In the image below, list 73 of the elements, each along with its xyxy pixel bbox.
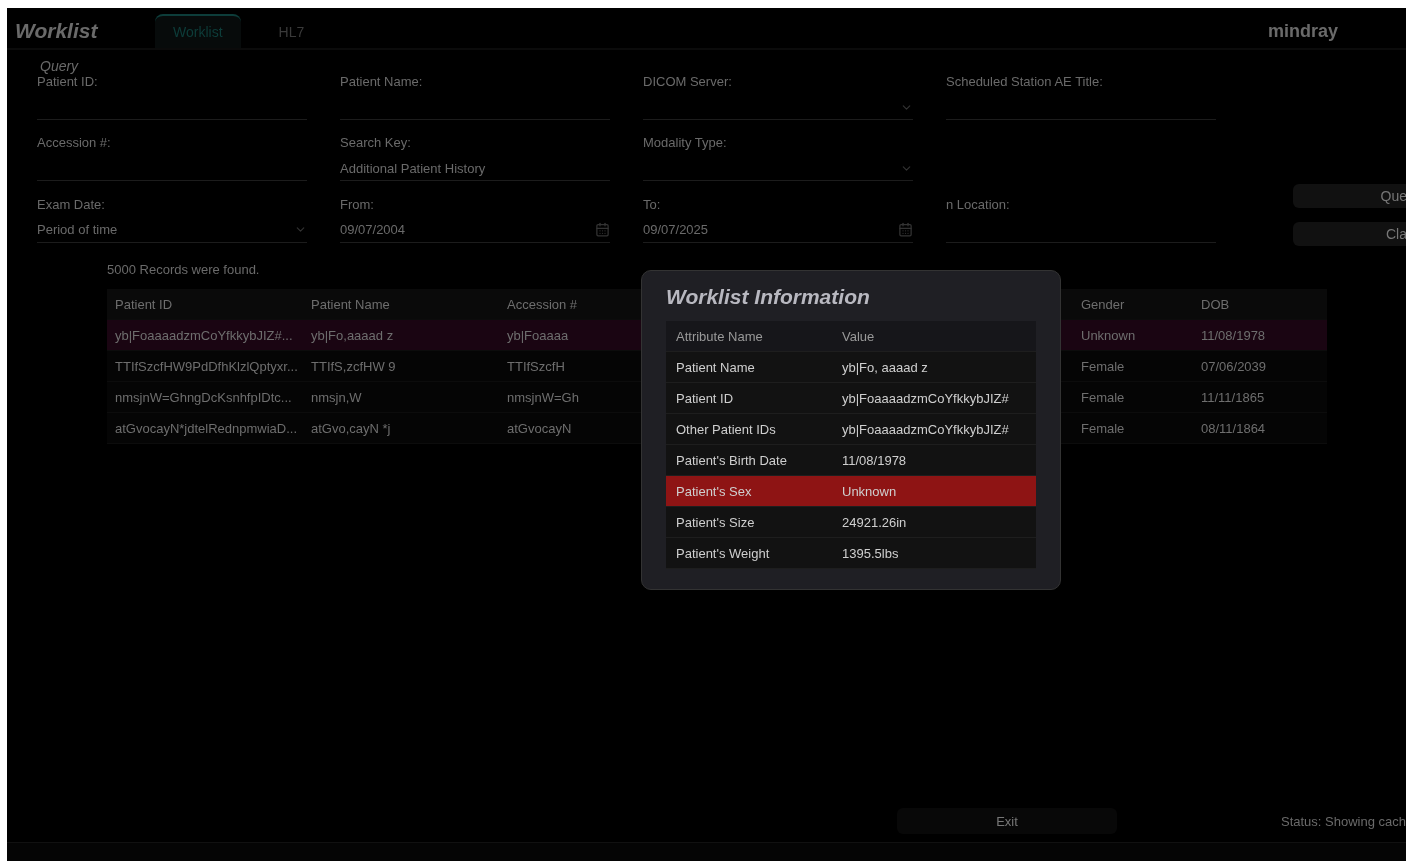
field-label: To: <box>643 196 662 212</box>
table-cell-text: Female <box>1080 420 1126 436</box>
table-cell-text: Patient's Sex <box>675 483 753 499</box>
section-title: Query <box>39 58 80 74</box>
table-cell-text: yb|FoaaaadzmCoYfkkybJIZ# <box>841 390 1010 406</box>
calendar-icon[interactable] <box>898 222 913 238</box>
logo: mindray <box>1267 20 1338 42</box>
table-cell-text: TTIfS,zcfHW 9 <box>310 358 397 374</box>
input-field[interactable]: Additional Patient History <box>340 156 610 182</box>
table-cell-text: Other Patient IDs <box>675 421 777 437</box>
table-cell-text: nmsjnW=GhngDcKsnhfpIDtc... <box>114 389 293 405</box>
table-cell-text: Patient ID <box>675 390 735 406</box>
input-field[interactable]: 09/07/2025 <box>643 217 913 243</box>
table-cell-text: TTIfSzcfH <box>506 358 566 374</box>
status-text: Status: Showing cach <box>1280 813 1406 829</box>
exit-button[interactable]: Exit <box>897 808 1117 834</box>
table-cell-text: nmsjnW=Gh <box>506 389 580 405</box>
column-header: Gender <box>1080 296 1126 312</box>
table-cell-text: yb|Foaaaa <box>506 327 570 343</box>
table-cell-text: yb|Fo,aaaad z <box>310 327 395 343</box>
field-label: Patient Name: <box>340 74 424 89</box>
attribute-row[interactable]: Patient's Weight 1395.5lbs <box>666 538 1036 569</box>
table-cell-text: yb|FoaaaadzmCoYfkkybJIZ# <box>841 421 1010 437</box>
table-cell-text: Patient's Birth Date <box>675 452 788 468</box>
table-cell-text: Patient Name <box>675 359 756 375</box>
field-label: Accession #: <box>37 135 112 151</box>
table-cell-text: Unknown <box>841 483 898 499</box>
attribute-row[interactable]: Patient's Size 24921.26in <box>666 507 1036 538</box>
table-cell-text: 11/08/1978 <box>841 452 908 468</box>
dropdown[interactable]: Period of time <box>37 217 307 243</box>
action-button[interactable]: Que <box>1293 184 1406 208</box>
column-header: Value <box>841 328 876 344</box>
table-cell-text: 08/11/1864 <box>1200 420 1267 436</box>
attribute-row[interactable]: Patient ID yb|FoaaaadzmCoYfkkybJIZ# <box>666 383 1036 414</box>
field-label: n Location: <box>946 196 1011 212</box>
column-header: Patient ID <box>114 296 174 312</box>
field-label: Patient ID: <box>37 74 99 89</box>
column-header: Accession # <box>506 296 579 312</box>
table-cell-text: 11/11/1865 <box>1200 389 1266 405</box>
field-label: From: <box>340 196 375 212</box>
table-cell-text: atGvocayN*jdtelRednpmwiaD... <box>114 420 299 436</box>
table-cell-text: Female <box>1080 358 1126 374</box>
table-cell-text: atGvocayN <box>506 420 573 436</box>
table-cell-text: Unknown <box>1080 327 1137 343</box>
dialog-title: Worklist Information <box>666 285 871 309</box>
table-cell-text: Patient's Size <box>675 514 756 530</box>
column-header: DOB <box>1200 296 1231 312</box>
table-cell-text: 1395.5lbs <box>841 545 900 561</box>
column-header: Patient Name <box>310 296 391 312</box>
record-count: 5000 Records were found. <box>107 262 261 277</box>
field-label: Search Key: <box>340 135 412 151</box>
attribute-row[interactable]: Patient's Birth Date 11/08/1978 <box>666 445 1036 476</box>
table-cell-text: TTIfSzcfHW9PdDfhKlzlQptyxr... <box>114 358 299 374</box>
table-cell-text: 24921.26in <box>841 514 908 530</box>
attribute-row[interactable]: Patient's Sex Unknown <box>666 476 1036 507</box>
table-cell-text: Patient's Weight <box>675 545 771 561</box>
attribute-row[interactable]: Patient Name yb|Fo, aaaad z <box>666 352 1036 383</box>
page-title: Worklist <box>15 19 99 43</box>
field-label: Scheduled Station AE Title: <box>946 74 1104 89</box>
field-label: Modality Type: <box>643 135 728 151</box>
column-header: Attribute Name <box>675 328 764 344</box>
table-cell-text: atGvo,cayN *j <box>310 420 392 436</box>
calendar-icon[interactable] <box>595 222 610 238</box>
table-cell-text: 11/08/1978 <box>1200 327 1267 343</box>
table-cell-text: Female <box>1080 389 1126 405</box>
input-field[interactable]: 09/07/2004 <box>340 217 610 243</box>
field-label: DICOM Server: <box>643 74 733 89</box>
attribute-row[interactable]: Other Patient IDs yb|FoaaaadzmCoYfkkybJIZ# <box>666 414 1036 445</box>
table-cell-text: 07/06/2039 <box>1200 358 1268 374</box>
table-cell-text: yb|Fo, aaaad z <box>841 359 929 375</box>
table-cell-text: nmsjn,W <box>310 389 363 405</box>
table-cell-text: yb|FoaaaadzmCoYfkkybJIZ#... <box>114 327 294 343</box>
field-label: Exam Date: <box>37 196 106 212</box>
